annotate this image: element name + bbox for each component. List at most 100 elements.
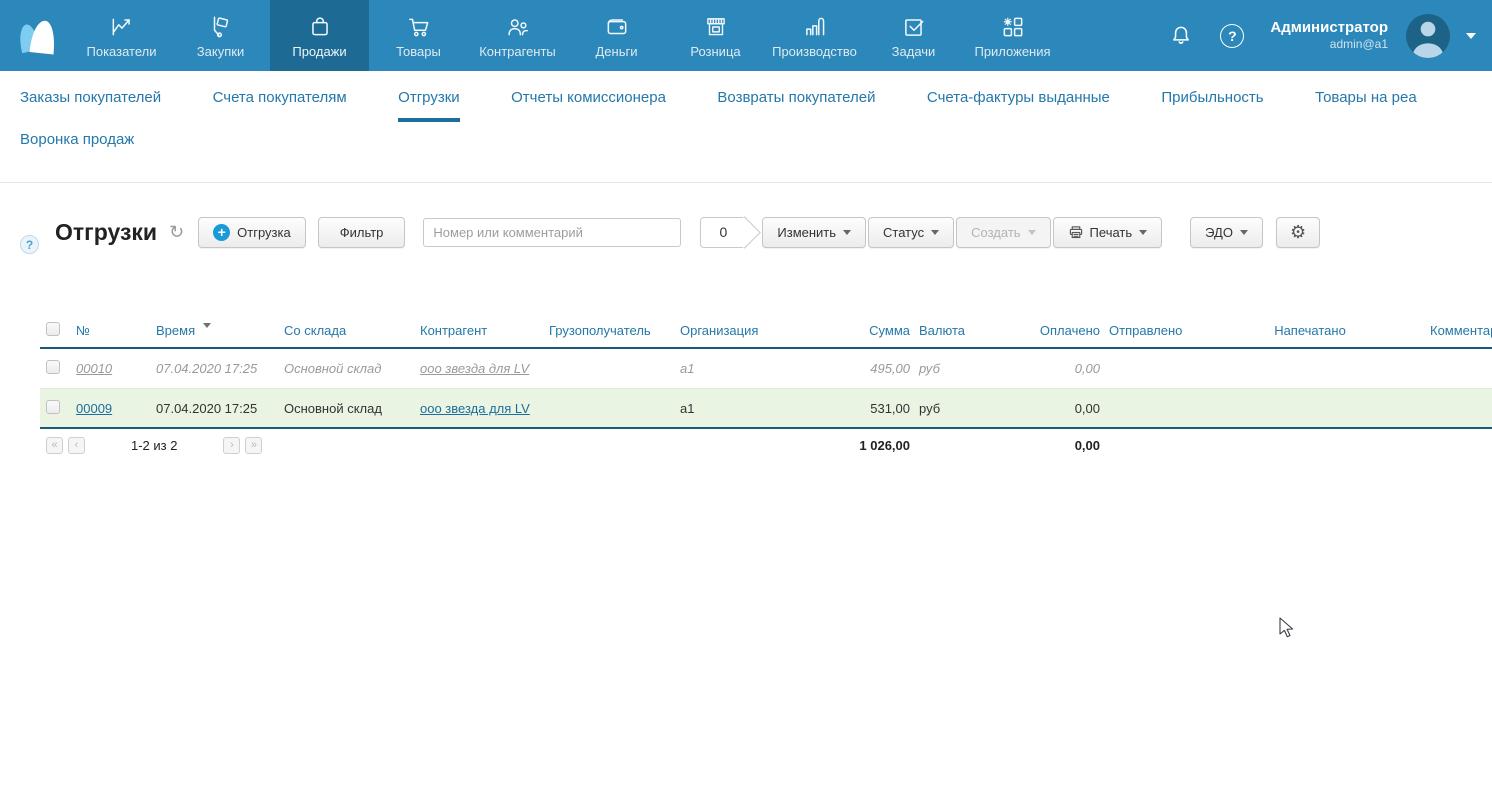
new-shipment-button[interactable]: + Отгрузка <box>198 217 306 248</box>
cell-organization: a1 <box>680 361 780 376</box>
nav-label: Показатели <box>87 44 157 59</box>
user-menu-caret-icon[interactable] <box>1466 33 1476 39</box>
table-row[interactable]: 00010 07.04.2020 17:25 Основной склад оо… <box>40 349 1492 388</box>
tab-sales-funnel[interactable]: Воронка продаж <box>20 131 134 164</box>
print-dropdown-button[interactable]: Печать <box>1053 217 1163 248</box>
col-num[interactable]: № <box>76 323 156 338</box>
nav-item-production[interactable]: Производство <box>765 0 864 71</box>
col-sum[interactable]: Сумма <box>780 323 910 338</box>
edo-dropdown-button[interactable]: ЭДО <box>1190 217 1263 248</box>
printer-icon <box>1068 225 1084 240</box>
last-page-button[interactable]: » <box>245 437 262 454</box>
shipment-number-link[interactable]: 00009 <box>76 401 112 416</box>
person-icon <box>1406 14 1450 58</box>
tab-profitability[interactable]: Прибыльность <box>1161 89 1263 122</box>
nav-item-sales[interactable]: Продажи <box>270 0 369 71</box>
retail-icon <box>703 13 729 40</box>
user-block[interactable]: Администратор admin@a1 <box>1270 19 1388 53</box>
filter-label: Фильтр <box>340 225 384 240</box>
tasks-icon <box>901 13 927 40</box>
col-time[interactable]: Время <box>156 323 284 338</box>
nav-item-goods[interactable]: Товары <box>369 0 468 71</box>
goods-icon <box>406 13 432 40</box>
table-row[interactable]: 00009 07.04.2020 17:25 Основной склад оо… <box>40 388 1492 427</box>
tabs-row-2: Воронка продаж <box>0 122 1492 182</box>
row-checkbox[interactable] <box>46 400 60 414</box>
create-label: Создать <box>971 225 1020 240</box>
row-checkbox[interactable] <box>46 360 60 374</box>
col-consignee[interactable]: Грузополучатель <box>549 323 680 338</box>
counterparty-link[interactable]: ооо звезда для LV <box>420 361 529 376</box>
next-page-button[interactable]: › <box>223 437 240 454</box>
table-footer: « ‹ 1-2 из 2 › » 1 026,00 0,00 <box>40 427 1492 461</box>
nav-item-purchases[interactable]: Закупки <box>171 0 270 71</box>
production-icon <box>802 13 828 40</box>
tab-shipments[interactable]: Отгрузки <box>398 89 460 122</box>
tab-customer-orders[interactable]: Заказы покупателей <box>20 89 161 122</box>
apps-icon <box>1000 13 1026 40</box>
app-logo[interactable] <box>0 0 72 71</box>
nav-label: Закупки <box>197 44 244 59</box>
nav-item-money[interactable]: Деньги <box>567 0 666 71</box>
col-printed[interactable]: Напечатано <box>1190 323 1430 338</box>
gear-icon: ⚙ <box>1290 222 1306 243</box>
tab-customer-returns[interactable]: Возвраты покупателей <box>717 89 875 122</box>
select-all-checkbox[interactable] <box>46 322 60 336</box>
cell-currency: руб <box>910 401 970 416</box>
col-comment[interactable]: Комментар <box>1430 323 1492 338</box>
shipment-number-link[interactable]: 00010 <box>76 361 112 376</box>
edo-label: ЭДО <box>1205 225 1233 240</box>
chevron-down-icon <box>1240 230 1248 235</box>
tab-commission-reports[interactable]: Отчеты комиссионера <box>511 89 666 122</box>
nav-item-tasks[interactable]: Задачи <box>864 0 963 71</box>
help-icon[interactable]: ? <box>1220 24 1244 48</box>
nav-item-metrics[interactable]: Показатели <box>72 0 171 71</box>
change-dropdown-button[interactable]: Изменить <box>762 217 866 248</box>
create-dropdown-button[interactable]: Создать <box>956 217 1050 248</box>
status-dropdown-button[interactable]: Статус <box>868 217 954 248</box>
refresh-icon[interactable]: ↻ <box>169 222 184 243</box>
col-sent[interactable]: Отправлено <box>1100 323 1190 338</box>
nav-item-apps[interactable]: Приложения <box>963 0 1062 71</box>
nav-label: Товары <box>396 44 441 59</box>
tab-customer-invoices[interactable]: Счета покупателям <box>213 89 347 122</box>
chevron-down-icon <box>1028 230 1036 235</box>
col-currency[interactable]: Валюта <box>910 323 970 338</box>
selected-count: 0 <box>719 224 727 240</box>
tab-goods-on-consignment[interactable]: Товары на реа <box>1315 89 1417 122</box>
notifications-bell-icon[interactable] <box>1167 22 1194 49</box>
purchases-icon <box>208 13 234 40</box>
cell-sum: 531,00 <box>780 401 910 416</box>
avatar[interactable] <box>1406 14 1450 58</box>
settings-gear-button[interactable]: ⚙ <box>1276 217 1320 248</box>
cell-time: 07.04.2020 17:25 <box>156 401 284 416</box>
col-organization[interactable]: Организация <box>680 323 780 338</box>
filter-button[interactable]: Фильтр <box>318 217 406 248</box>
cell-warehouse: Основной склад <box>284 401 420 416</box>
nav-item-retail[interactable]: Розница <box>666 0 765 71</box>
nav-item-counterparties[interactable]: Контрагенты <box>468 0 567 71</box>
nav-label: Розница <box>690 44 740 59</box>
table-header: № Время Со склада Контрагент Грузополуча… <box>40 313 1492 349</box>
search-input[interactable] <box>423 218 681 247</box>
col-paid[interactable]: Оплачено <box>970 323 1100 338</box>
topbar-right: ? Администратор admin@a1 <box>1167 0 1492 71</box>
sort-desc-icon <box>203 323 211 328</box>
nav-label: Задачи <box>892 44 936 59</box>
page-help-icon[interactable]: ? <box>20 235 39 254</box>
logo-icon <box>11 15 61 57</box>
total-sum: 1 026,00 <box>780 438 910 453</box>
col-warehouse[interactable]: Со склада <box>284 323 420 338</box>
cell-organization: a1 <box>680 401 780 416</box>
counterparty-link[interactable]: ооо звезда для LV <box>420 401 530 416</box>
prev-page-button[interactable]: ‹ <box>68 437 85 454</box>
page-range: 1-2 из 2 <box>131 438 177 453</box>
first-page-button[interactable]: « <box>46 437 63 454</box>
tab-issued-invoices[interactable]: Счета-фактуры выданные <box>927 89 1110 122</box>
money-icon <box>604 13 630 40</box>
pagination: « ‹ 1-2 из 2 › » <box>40 437 780 454</box>
col-counterparty[interactable]: Контрагент <box>420 323 549 338</box>
user-name: Администратор <box>1270 19 1388 38</box>
cell-sum: 495,00 <box>780 361 910 376</box>
print-label: Печать <box>1090 225 1133 240</box>
